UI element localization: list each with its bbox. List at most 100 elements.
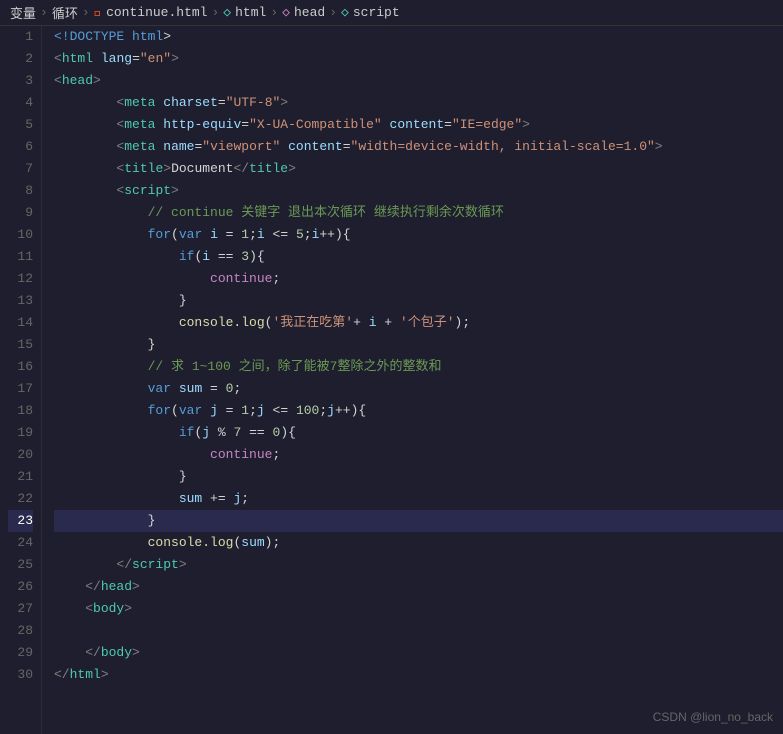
line-number-22: 22 [8,488,33,510]
line-number-5: 5 [8,114,33,136]
token: } [54,469,187,484]
token: < [54,51,62,66]
token: if [179,425,195,440]
token [54,579,85,594]
token: ); [455,315,471,330]
line-number-14: 14 [8,312,33,334]
token [54,271,210,286]
breadcrumb-item-xunhuan[interactable]: 循环 [52,3,78,22]
line-number-24: 24 [8,532,33,554]
token: script [124,183,171,198]
code-line-1: <!DOCTYPE html> [54,26,783,48]
token: <= [265,227,296,242]
token [54,359,148,374]
breadcrumb-tag-icon-2: ◇ [282,5,290,20]
token: // continue 关键字 退出本次循环 继续执行剩余次数循环 [148,205,504,220]
code-line-18: for(var j = 1;j <= 100;j++){ [54,400,783,422]
token: j [202,425,210,440]
token: ; [304,227,312,242]
token [54,227,148,242]
html5-icon:  [94,5,102,21]
token: <= [265,403,296,418]
line-number-20: 20 [8,444,33,466]
breadcrumb-item-head[interactable]: head [294,5,325,20]
token: i [257,227,265,242]
breadcrumb-bar: 变量 › 循环 ›  continue.html › ◇ html › ◇ h… [0,0,783,26]
token: name [163,139,194,154]
token: = [132,51,140,66]
line-number-9: 9 [8,202,33,224]
token: ; [319,403,327,418]
code-line-12: continue; [54,268,783,290]
token [54,117,116,132]
token [54,139,116,154]
token: continue [210,271,272,286]
line-number-23: 23 [8,510,33,532]
line-number-8: 8 [8,180,33,202]
token: ; [233,381,241,396]
code-line-28 [54,620,783,642]
token: > [522,117,530,132]
line-number-10: 10 [8,224,33,246]
line-number-21: 21 [8,466,33,488]
token: html [70,667,101,682]
code-line-26: </head> [54,576,783,598]
token: > [179,557,187,572]
token: Document [171,161,233,176]
token [54,645,85,660]
breadcrumb-item-file[interactable]: continue.html [106,5,207,20]
breadcrumb-item-bianliang[interactable]: 变量 [10,3,36,22]
line-number-27: 27 [8,598,33,620]
token [54,601,85,616]
code-line-23: } [54,510,783,532]
line-number-12: 12 [8,268,33,290]
token: script [132,557,179,572]
token: for [148,403,171,418]
token: j [210,403,218,418]
token: for [148,227,171,242]
code-editor: 1234567891011121314151617181920212223242… [0,26,783,734]
token: </ [85,579,101,594]
token: > [280,95,288,110]
token: "width=device-width, initial-scale=1.0" [351,139,655,154]
token: ; [249,403,257,418]
code-line-27: <body> [54,598,783,620]
code-line-15: } [54,334,783,356]
code-line-7: <title>Document</title> [54,158,783,180]
token [93,51,101,66]
breadcrumb-item-script[interactable]: script [353,5,400,20]
code-line-19: if(j % 7 == 0){ [54,422,783,444]
token: i [210,227,218,242]
code-line-24: console.log(sum); [54,532,783,554]
token: meta [124,139,155,154]
token: += [202,491,233,506]
breadcrumb-separator-5: › [329,5,337,20]
line-number-17: 17 [8,378,33,400]
token: > [171,183,179,198]
token: ; [272,271,280,286]
breadcrumb-separator-1: › [40,5,48,20]
code-line-8: <script> [54,180,783,202]
token: console.log [179,315,265,330]
token [54,381,148,396]
token: lang [101,51,132,66]
token: title [124,161,163,176]
token: ); [265,535,281,550]
token [54,425,179,440]
token: body [93,601,124,616]
token: sum [179,381,202,396]
token [54,95,116,110]
code-line-11: if(i == 3){ [54,246,783,268]
line-number-15: 15 [8,334,33,356]
breadcrumb-item-html[interactable]: html [235,5,266,20]
token: j [257,403,265,418]
code-line-2: <html lang="en"> [54,48,783,70]
token: 1 [241,227,249,242]
token: = [218,95,226,110]
line-number-28: 28 [8,620,33,642]
token: <!DOCTYPE [54,29,124,44]
code-content[interactable]: <!DOCTYPE html><html lang="en"><head> <m… [42,26,783,734]
line-number-16: 16 [8,356,33,378]
code-line-20: continue; [54,444,783,466]
token: > [288,161,296,176]
